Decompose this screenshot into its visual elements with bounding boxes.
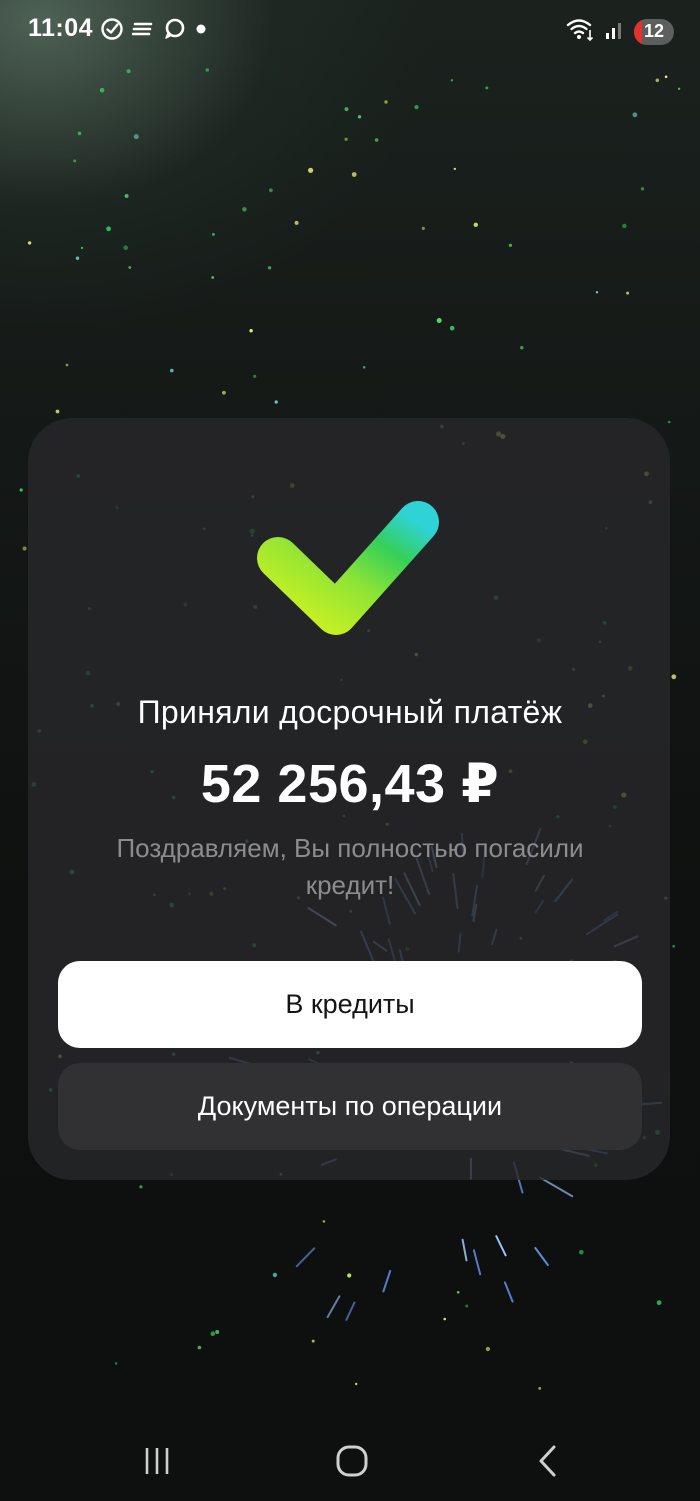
back-icon[interactable]	[518, 1436, 578, 1486]
battery-level: 12	[643, 21, 665, 41]
status-icons-right: 12	[566, 16, 674, 47]
payment-amount: 52 256,43 ₽	[200, 754, 500, 814]
to-credits-button-label: В кредиты	[285, 989, 415, 1019]
check-circle-icon	[100, 17, 124, 46]
operation-documents-button[interactable]: Документы по операции	[58, 1063, 642, 1150]
home-icon[interactable]	[322, 1436, 382, 1486]
operation-documents-button-label: Документы по операции	[197, 1091, 503, 1121]
success-check-icon	[257, 501, 439, 635]
status-bar: 11:04 12	[0, 0, 700, 62]
chat-bubble-icon	[162, 17, 186, 46]
status-icons-left	[100, 17, 208, 45]
result-message: Поздравляем, Вы полностью погасили креди…	[116, 833, 584, 900]
dot-icon	[194, 22, 208, 41]
status-time: 11:04	[28, 14, 94, 42]
to-credits-button[interactable]: В кредиты	[58, 961, 642, 1048]
stack-icon	[131, 18, 154, 45]
recent-apps-icon[interactable]	[127, 1436, 187, 1486]
signal-icon	[604, 17, 626, 46]
result-title: Приняли досрочный платёж	[137, 694, 563, 730]
battery-icon: 12	[634, 18, 674, 45]
wifi-icon	[566, 16, 596, 47]
system-nav-bar	[0, 1420, 700, 1501]
